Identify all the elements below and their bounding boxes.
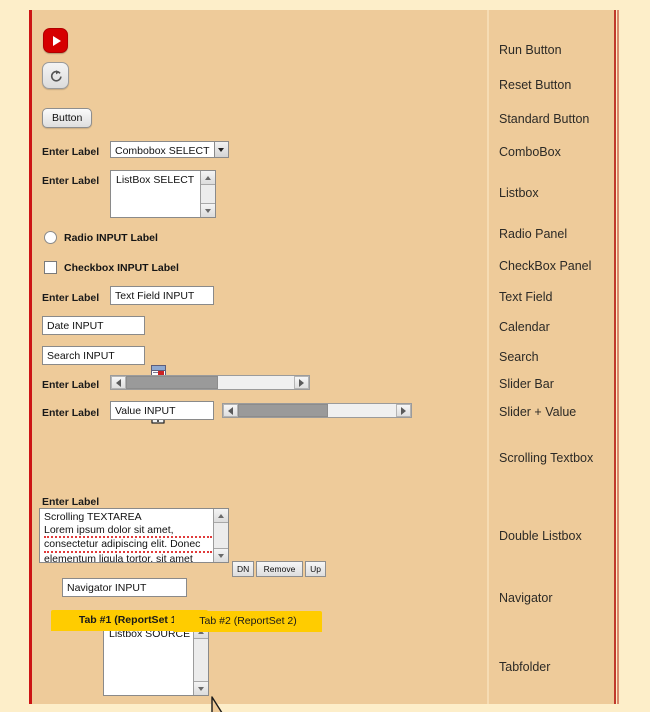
slider-increment-icon[interactable] [294, 376, 309, 389]
label-radio-panel: Radio Panel [499, 227, 568, 241]
scroll-down-icon[interactable] [194, 681, 208, 695]
checkbox-panel[interactable]: Checkbox INPUT Label [44, 259, 179, 277]
listbox-remove-button[interactable]: Remove [256, 561, 303, 577]
label-combobox: ComboBox [499, 145, 561, 159]
label-calendar: Calendar [499, 320, 550, 334]
textarea-line: Lorem ipsum dolor sit amet, [44, 524, 212, 538]
label-text-field: Text Field [499, 290, 553, 304]
radio-panel[interactable]: Radio INPUT Label [44, 229, 158, 247]
component-label-column: Run Button Reset Button Standard Button … [487, 10, 617, 704]
label-listbox: Listbox [499, 186, 539, 200]
search-input[interactable] [42, 346, 145, 365]
reset-circular-arrow-icon [50, 69, 62, 82]
label-tabfolder: Tabfolder [499, 660, 551, 674]
label-slider-value: Slider + Value [499, 405, 577, 419]
listbox-scrollbar[interactable] [200, 171, 215, 217]
label-navigator: Navigator [499, 591, 553, 605]
label-scrolling-textbox: Scrolling Textbox [499, 451, 594, 465]
column-divider [487, 10, 489, 704]
slider-fill[interactable] [126, 376, 219, 389]
listbox-source-scrollbar[interactable] [193, 625, 208, 695]
combobox-label: Enter Label [42, 146, 100, 158]
radio-label: Radio INPUT Label [64, 231, 158, 244]
text-field-label: Enter Label [42, 292, 100, 304]
label-search: Search [499, 350, 539, 364]
textarea-line: elementum ligula tortor, sit amet [44, 553, 212, 563]
listbox-source[interactable]: Listbox SOURCE [103, 624, 209, 696]
reset-button[interactable] [42, 62, 69, 89]
textarea-scrollbar[interactable] [213, 509, 228, 562]
slider-bar[interactable] [110, 375, 310, 390]
listbox-down-button[interactable]: DN [232, 561, 254, 577]
listbox-up-button[interactable]: Up [305, 561, 326, 577]
checkbox[interactable] [44, 261, 57, 275]
slider-value-input[interactable] [110, 401, 214, 420]
label-double-listbox: Double Listbox [499, 529, 582, 543]
scroll-up-icon[interactable] [201, 171, 215, 185]
listbox[interactable]: ListBox SELECT [110, 170, 216, 218]
run-button[interactable] [43, 28, 68, 53]
slider2-decrement-icon[interactable] [223, 404, 238, 417]
slider-with-value[interactable] [222, 403, 412, 418]
slider-value-label: Enter Label [42, 407, 100, 419]
text-field-input[interactable] [110, 286, 214, 305]
navigator-input[interactable] [62, 578, 187, 597]
scrolling-textbox-body[interactable]: Scrolling TEXTAREA Lorem ipsum dolor sit… [40, 509, 228, 563]
date-input[interactable] [42, 316, 145, 335]
slider2-track[interactable] [238, 404, 396, 417]
slider2-fill[interactable] [238, 404, 329, 417]
slider2-increment-icon[interactable] [396, 404, 411, 417]
label-standard-button: Standard Button [499, 112, 590, 126]
radio-button[interactable] [44, 231, 57, 245]
textarea-line: Scrolling TEXTAREA [44, 511, 142, 523]
play-icon [52, 35, 61, 46]
scroll-down-icon[interactable] [201, 203, 215, 217]
label-checkbox-panel: CheckBox Panel [499, 259, 592, 273]
label-reset-button: Reset Button [499, 78, 572, 92]
page-root: Button Enter Label Combobox SELECT Enter… [0, 0, 650, 712]
standard-button[interactable]: Button [42, 108, 93, 128]
transfer-arrow-icon[interactable] [210, 695, 236, 712]
scroll-up-icon[interactable] [214, 509, 228, 523]
slider-track[interactable] [126, 376, 294, 389]
label-slider-bar: Slider Bar [499, 377, 554, 391]
combobox-value: Combobox SELECT [115, 145, 210, 157]
slider-bar-label: Enter Label [42, 379, 100, 391]
combobox[interactable]: Combobox SELECT [110, 141, 229, 158]
scrolling-textbox[interactable]: Scrolling TEXTAREA Lorem ipsum dolor sit… [39, 508, 229, 563]
widgets-panel: Button Enter Label Combobox SELECT Enter… [29, 10, 619, 712]
tab-reportset-2[interactable]: Tab #2 (ReportSet 2) [174, 611, 322, 632]
double-listbox-label: Enter Label [42, 496, 100, 508]
chevron-down-icon[interactable] [213, 142, 228, 157]
slider-decrement-icon[interactable] [111, 376, 126, 389]
label-run-button: Run Button [499, 43, 562, 57]
textarea-line: consectetur adipiscing elit. Donec [44, 538, 212, 553]
checkbox-label: Checkbox INPUT Label [64, 261, 179, 274]
scroll-down-icon[interactable] [214, 548, 228, 562]
listbox-label: Enter Label [42, 175, 100, 187]
